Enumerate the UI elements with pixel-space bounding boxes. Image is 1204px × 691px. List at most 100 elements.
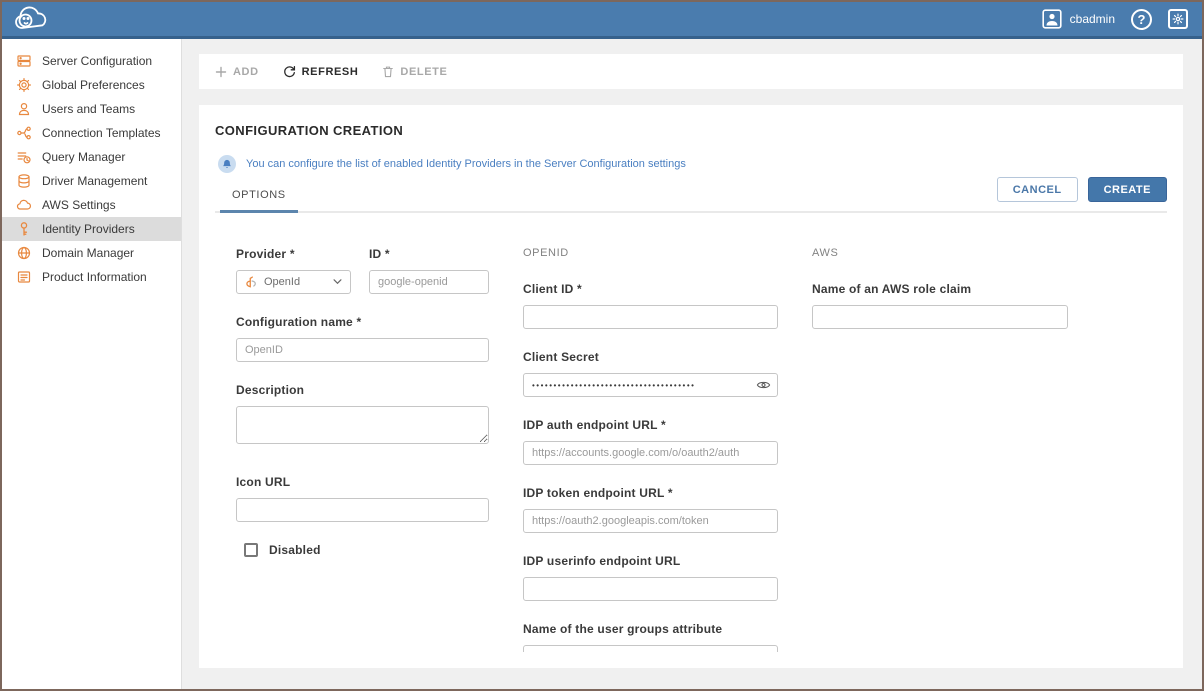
aws-role-claim-field: Name of an AWS role claim xyxy=(812,282,1068,329)
eye-icon xyxy=(756,380,771,391)
gear-icon xyxy=(16,77,32,93)
sidebar-item-server-configuration[interactable]: Server Configuration xyxy=(2,49,181,73)
idp-token-endpoint-input[interactable] xyxy=(523,509,778,533)
user-groups-attribute-input[interactable] xyxy=(523,645,778,652)
panel-title: CONFIGURATION CREATION xyxy=(215,123,1167,138)
create-button[interactable]: CREATE xyxy=(1088,177,1167,202)
top-bar-actions: cbadmin ? xyxy=(1042,9,1188,30)
refresh-icon xyxy=(283,65,296,78)
client-secret-label: Client Secret xyxy=(523,350,778,364)
user-groups-attribute-field: Name of the user groups attribute xyxy=(523,622,778,652)
configuration-name-field: Configuration name * xyxy=(236,315,489,362)
client-id-input[interactable] xyxy=(523,305,778,329)
cloudbeaver-logo-icon xyxy=(12,5,54,33)
id-field: ID * xyxy=(369,247,489,294)
user-groups-attribute-label: Name of the user groups attribute xyxy=(523,622,778,636)
sidebar-item-label: Connection Templates xyxy=(42,126,161,140)
cloud-icon xyxy=(16,197,32,213)
configuration-name-input[interactable] xyxy=(236,338,489,362)
main-area: ADD REFRESH DELETE CONFIGURATION CREATIO… xyxy=(182,39,1202,689)
key-icon xyxy=(16,221,32,237)
sidebar-item-product-information[interactable]: Product Information xyxy=(2,265,181,289)
sidebar-item-label: Domain Manager xyxy=(42,246,134,260)
sidebar-item-domain-manager[interactable]: Domain Manager xyxy=(2,241,181,265)
icon-url-field: Icon URL xyxy=(236,475,489,522)
configuration-creation-panel: CONFIGURATION CREATION You can configure… xyxy=(199,105,1183,668)
database-icon xyxy=(16,173,32,189)
configuration-form: Provider * OpenId xyxy=(215,213,1167,652)
sidebar-item-label: Query Manager xyxy=(42,150,125,164)
document-icon xyxy=(16,269,32,285)
sidebar-item-label: Server Configuration xyxy=(42,54,152,68)
refresh-button-label: REFRESH xyxy=(302,66,359,78)
idp-token-endpoint-label: IDP token endpoint URL * xyxy=(523,486,778,500)
app-body: Server Configuration Global Preferences … xyxy=(2,39,1202,689)
tab-options[interactable]: OPTIONS xyxy=(226,180,292,211)
sidebar-item-label: Global Preferences xyxy=(42,78,145,92)
refresh-button[interactable]: REFRESH xyxy=(283,65,359,78)
description-label: Description xyxy=(236,383,489,397)
top-bar: cbadmin ? xyxy=(2,2,1202,39)
sidebar-item-connection-templates[interactable]: Connection Templates xyxy=(2,121,181,145)
disabled-checkbox[interactable] xyxy=(244,543,258,557)
page: { "header": { "app_name": "CloudBeaver",… xyxy=(0,0,1204,691)
connection-templates-icon xyxy=(16,125,32,141)
disabled-label: Disabled xyxy=(269,543,321,557)
globe-icon xyxy=(16,245,32,261)
chevron-down-icon xyxy=(333,279,342,285)
query-manager-icon xyxy=(16,149,32,165)
sidebar-item-global-preferences[interactable]: Global Preferences xyxy=(2,73,181,97)
icon-url-input[interactable] xyxy=(236,498,489,522)
idp-userinfo-endpoint-input[interactable] xyxy=(523,577,778,601)
provider-select[interactable]: OpenId xyxy=(236,270,351,294)
sidebar-item-label: Driver Management xyxy=(42,174,147,188)
user-menu[interactable]: cbadmin xyxy=(1042,9,1115,29)
add-button[interactable]: ADD xyxy=(215,66,259,78)
sidebar-item-identity-providers[interactable]: Identity Providers xyxy=(2,217,181,241)
sidebar-item-label: AWS Settings xyxy=(42,198,116,212)
form-column-general: Provider * OpenId xyxy=(236,247,489,652)
sidebar-item-users-and-teams[interactable]: Users and Teams xyxy=(2,97,181,121)
delete-button-label: DELETE xyxy=(400,66,447,78)
reveal-secret-button[interactable] xyxy=(756,380,771,391)
aws-role-claim-label: Name of an AWS role claim xyxy=(812,282,1068,296)
user-avatar-icon xyxy=(1042,9,1062,29)
form-column-openid: OPENID Client ID * Client Secret xyxy=(523,247,778,652)
id-input[interactable] xyxy=(369,270,489,294)
admin-sidebar: Server Configuration Global Preferences … xyxy=(2,39,182,689)
tab-options-label: OPTIONS xyxy=(232,189,286,201)
trash-icon xyxy=(382,65,394,78)
provider-label: Provider * xyxy=(236,247,351,261)
server-configuration-icon xyxy=(16,53,32,69)
tab-bar: OPTIONS CANCEL CREATE xyxy=(215,177,1167,213)
sidebar-item-label: Users and Teams xyxy=(42,102,135,116)
sidebar-item-label: Identity Providers xyxy=(42,222,135,236)
icon-url-label: Icon URL xyxy=(236,475,489,489)
provider-field: Provider * OpenId xyxy=(236,247,351,294)
cancel-button[interactable]: CANCEL xyxy=(997,177,1078,202)
help-glyph: ? xyxy=(1138,12,1146,27)
client-secret-input[interactable] xyxy=(523,373,778,397)
openid-section-title: OPENID xyxy=(523,247,778,261)
gear-glyph xyxy=(1172,13,1184,25)
sidebar-item-aws-settings[interactable]: AWS Settings xyxy=(2,193,181,217)
idp-token-endpoint-field: IDP token endpoint URL * xyxy=(523,486,778,533)
cloudbeaver-logo xyxy=(12,5,54,33)
panel-actions: CANCEL CREATE xyxy=(997,177,1167,211)
description-textarea[interactable] xyxy=(236,406,489,444)
delete-button[interactable]: DELETE xyxy=(382,65,447,78)
help-icon[interactable]: ? xyxy=(1131,9,1152,30)
client-id-label: Client ID * xyxy=(523,282,778,296)
idp-userinfo-endpoint-label: IDP userinfo endpoint URL xyxy=(523,554,778,568)
sidebar-item-driver-management[interactable]: Driver Management xyxy=(2,169,181,193)
plus-icon xyxy=(215,66,227,78)
idp-userinfo-endpoint-field: IDP userinfo endpoint URL xyxy=(523,554,778,601)
add-button-label: ADD xyxy=(233,66,259,78)
aws-role-claim-input[interactable] xyxy=(812,305,1068,329)
id-label: ID * xyxy=(369,247,489,261)
idp-auth-endpoint-input[interactable] xyxy=(523,441,778,465)
sidebar-item-query-manager[interactable]: Query Manager xyxy=(2,145,181,169)
administration-settings-icon[interactable] xyxy=(1168,9,1188,29)
configuration-name-label: Configuration name * xyxy=(236,315,489,329)
notification-bell-icon xyxy=(218,155,236,173)
